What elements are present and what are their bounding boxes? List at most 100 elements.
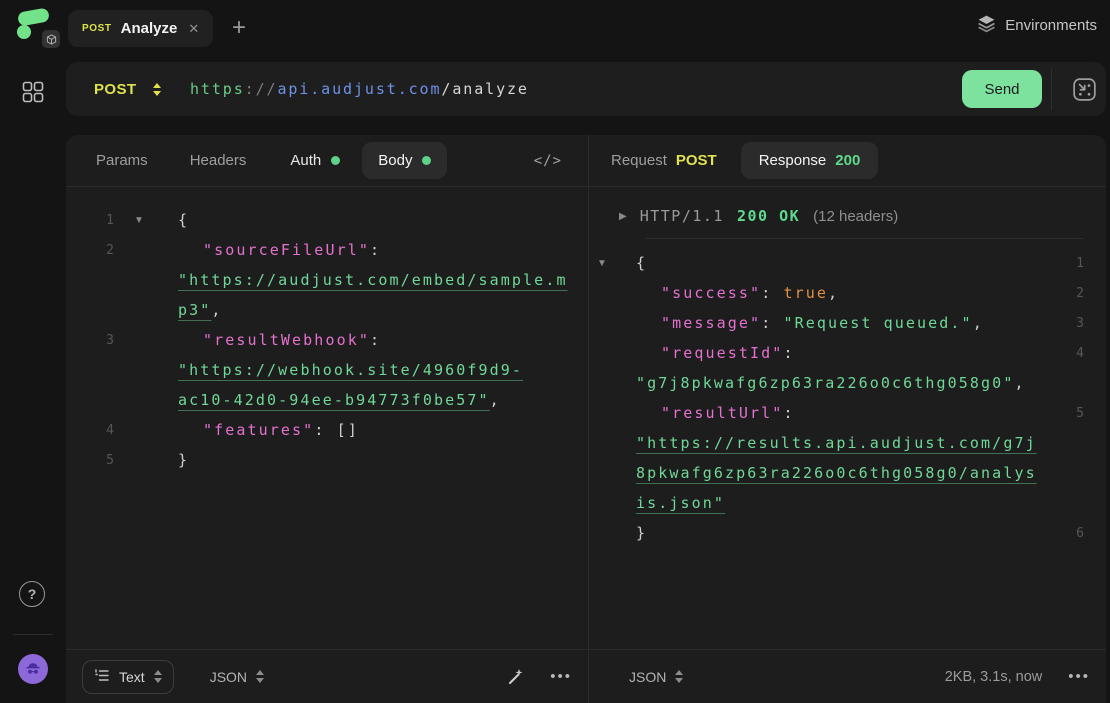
code-token-punct: : [370,331,381,349]
code-text: ac10-42d0-94ee-b94773f0be57", [178,391,501,409]
tab-body[interactable]: Body [362,142,447,179]
code-text: p3", [178,301,223,319]
code-line: "requestId":4 [589,338,1106,368]
line-number: 5 [1076,406,1106,421]
line-number: 2 [1076,286,1106,301]
url-input[interactable]: https://api.audjust.com/analyze [190,62,529,116]
status-divider [645,238,1084,239]
line-number: 5 [66,453,122,468]
url-bar-divider [1051,68,1052,110]
code-line: 4"features": [] [66,415,588,445]
sidebar-toggle-grid-icon[interactable] [21,80,45,104]
code-line: "https://results.api.audjust.com/g7j [589,428,1106,458]
body-type-select[interactable]: Text [82,660,174,694]
code-token-punct: : [783,404,794,422]
response-pane: Request POST Response 200 ▶ HTTP/1.1 200… [589,135,1106,703]
code-text: "https://webhook.site/4960f9d9- [178,361,523,379]
tab-headers[interactable]: Headers [190,152,247,169]
tab-auth[interactable]: Auth [290,152,340,169]
code-token-punct: { [636,254,647,272]
code-token-key: "success" [661,284,761,302]
select-updown-icon [675,670,683,683]
url-path: /analyze [441,80,528,98]
fold-toggle-icon[interactable]: ▼ [589,258,615,269]
logo-shape-dot [17,25,31,39]
tab-request-method: POST [676,152,717,169]
code-text: { [636,254,647,272]
response-status-line[interactable]: ▶ HTTP/1.1 200 OK (12 headers) [619,207,1106,225]
tab-request-label: Request [611,152,667,169]
line-number: 1 [66,213,122,228]
tab-params[interactable]: Params [96,152,148,169]
code-line: 8pkwafg6zp63ra226o0c6thg058g0/analys [589,458,1106,488]
environments-button[interactable]: Environments [977,14,1097,37]
header: POST Analyze ✕ + Environments [0,0,1110,57]
code-text: "message": "Request queued.", [636,314,984,332]
code-text: } [178,451,189,469]
toggle-layout-icon[interactable] [1071,76,1098,103]
url-separator: :// [245,80,278,98]
code-line: p3", [66,295,588,325]
tab-response[interactable]: Response 200 [741,142,879,179]
code-token-punct: : [783,344,794,362]
help-button[interactable]: ? [19,581,45,607]
url-scheme: https [190,80,245,98]
select-updown-icon [256,670,264,683]
code-token-key: "sourceFileUrl" [203,241,370,259]
tab-headers-label: Headers [190,152,247,169]
request-body-editor[interactable]: 1▼ {2"sourceFileUrl": "https://audjust.com… [66,187,588,649]
code-line: 3"resultWebhook": [66,325,588,355]
format-wand-icon[interactable] [506,667,526,687]
user-avatar[interactable] [18,654,48,684]
response-footer: JSON 2KB, 3.1s, now ••• [589,649,1106,703]
request-tab[interactable]: POST Analyze ✕ [68,10,213,47]
fold-toggle-icon[interactable]: ▼ [122,215,156,226]
response-body-viewer[interactable]: ▼ {1 "success": true, 2 "message": "Request … [589,248,1106,649]
environments-label: Environments [1005,17,1097,34]
response-format-value: JSON [629,669,666,685]
line-number: 3 [1076,316,1106,331]
more-options-icon[interactable]: ••• [1068,668,1090,685]
response-format-select[interactable]: JSON [629,669,683,685]
more-options-icon[interactable]: ••• [550,668,572,685]
code-text: "g7j8pkwafg6zp63ra226o0c6thg058g0", [636,374,1026,392]
code-text: "https://results.api.audjust.com/g7j [636,434,1037,452]
code-token-bool: true [783,284,828,302]
app-window: POST Analyze ✕ + Environments ? POST htt… [0,0,1110,703]
send-button[interactable]: Send [962,70,1042,108]
app-logo-icon [16,8,60,48]
expand-headers-icon[interactable]: ▶ [619,211,627,222]
code-text: "sourceFileUrl": [178,241,381,259]
close-tab-icon[interactable]: ✕ [188,21,199,37]
left-rail: ? [0,57,66,703]
code-text: "https://audjust.com/embed/sample.m [178,271,568,289]
code-token-punct: : [370,241,381,259]
code-line: "https://webhook.site/4960f9d9- [66,355,588,385]
request-pane: Params Headers Auth Body </> 1▼ {2"source… [66,135,588,703]
request-tabs-bar: Params Headers Auth Body </> [66,135,588,187]
response-meta: 2KB, 3.1s, now [945,669,1043,685]
tab-request[interactable]: Request POST [611,152,717,169]
code-text: { [178,211,189,229]
code-text: "resultUrl": [636,404,795,422]
new-tab-button[interactable]: + [224,12,254,44]
request-format-select[interactable]: JSON [210,669,264,685]
method-selector[interactable]: POST [66,62,179,116]
code-token-key: "features" [203,421,314,439]
code-token-punct: , [1014,374,1025,392]
code-token-link: "https://audjust.com/embed/sample.m [178,271,568,289]
code-line: 2"sourceFileUrl": [66,235,588,265]
body-type-value: Text [119,669,145,685]
line-number: 1 [1076,256,1106,271]
code-snippet-icon[interactable]: </> [534,153,562,169]
code-token-punct: : [761,314,783,332]
request-format-value: JSON [210,669,247,685]
code-line: ▼ {1 [589,248,1106,278]
code-line: "https://audjust.com/embed/sample.m [66,265,588,295]
code-text: is.json" [636,494,725,512]
body-configured-dot [422,156,431,165]
code-text: "success": true, [636,284,839,302]
logo-shape-top [17,7,50,26]
code-token-punct: } [178,451,189,469]
code-token-str: "Request queued." [783,314,972,332]
